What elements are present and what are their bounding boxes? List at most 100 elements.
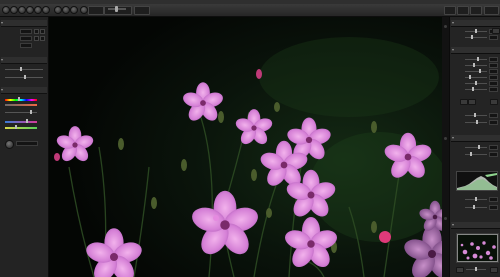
photo-canvas[interactable] bbox=[49, 17, 442, 277]
adjustment-slider-5-knob[interactable] bbox=[479, 69, 481, 73]
left-box-3[interactable] bbox=[34, 36, 39, 41]
adjustment-value-2[interactable] bbox=[489, 35, 498, 40]
toolbar-mode-group[interactable] bbox=[88, 6, 104, 15]
adjustment-slider-10-knob[interactable] bbox=[476, 120, 478, 124]
adjustment-slider-14[interactable] bbox=[465, 207, 487, 208]
zoom-out-button[interactable] bbox=[456, 267, 464, 273]
left-slider-3[interactable] bbox=[5, 112, 37, 113]
left-slider-1-knob[interactable] bbox=[20, 67, 22, 71]
hue-slider-knob[interactable] bbox=[18, 97, 20, 101]
disclosure-triangle-icon[interactable] bbox=[1, 59, 3, 61]
adjustment-value-12[interactable] bbox=[489, 152, 498, 157]
right-section-header-4[interactable] bbox=[451, 222, 500, 229]
navigator-thumbnail[interactable] bbox=[456, 233, 499, 263]
disclosure-triangle-icon[interactable] bbox=[452, 224, 454, 226]
tone-slider[interactable] bbox=[5, 127, 37, 129]
adjustment-slider-2-knob[interactable] bbox=[471, 35, 473, 39]
toolbar-right-tool-4[interactable] bbox=[484, 6, 499, 15]
left-box-2[interactable] bbox=[40, 29, 45, 34]
saturation-slider[interactable] bbox=[5, 104, 37, 106]
adjustment-value-3[interactable] bbox=[489, 57, 498, 62]
adjustment-slider-8[interactable] bbox=[465, 89, 487, 90]
adjustment-slider-11-knob[interactable] bbox=[478, 145, 480, 149]
adjustment-slider-5[interactable] bbox=[465, 71, 487, 72]
left-slider-2-knob[interactable] bbox=[24, 75, 26, 79]
adjustment-value-6[interactable] bbox=[489, 75, 498, 80]
panel-action-button-3[interactable] bbox=[490, 99, 498, 105]
adjustment-slider-8-knob[interactable] bbox=[472, 87, 474, 91]
toolbar-tool-9-icon[interactable] bbox=[70, 6, 78, 14]
zoom-in-button[interactable] bbox=[490, 267, 498, 273]
panel-action-button-1[interactable] bbox=[460, 99, 468, 105]
adjustment-slider-9[interactable] bbox=[465, 115, 487, 116]
adjustment-value-5[interactable] bbox=[489, 69, 498, 74]
adjustment-slider-6-knob[interactable] bbox=[469, 75, 471, 79]
navigator-preview bbox=[457, 234, 498, 262]
left-slider-1[interactable] bbox=[5, 69, 43, 70]
toolbar-right-tool-3[interactable] bbox=[470, 6, 482, 15]
tint-slider[interactable] bbox=[5, 121, 37, 123]
zoom-slider-knob[interactable] bbox=[115, 6, 118, 12]
hue-slider[interactable] bbox=[5, 99, 37, 101]
adjustment-slider-4[interactable] bbox=[465, 65, 487, 66]
left-slider-3-knob[interactable] bbox=[30, 110, 32, 114]
adjustment-value-10[interactable] bbox=[489, 120, 498, 125]
panel-action-button-2[interactable] bbox=[468, 99, 476, 105]
adjustment-slider-3[interactable] bbox=[465, 59, 487, 60]
toolbar-tool-8-icon[interactable] bbox=[62, 6, 70, 14]
left-box-4[interactable] bbox=[40, 36, 45, 41]
tone-slider-knob[interactable] bbox=[15, 125, 17, 129]
left-field-3[interactable] bbox=[20, 43, 32, 48]
toolbar-view-group[interactable] bbox=[134, 6, 150, 15]
color-wheel-icon[interactable] bbox=[5, 140, 14, 149]
toolbar-right-tool-2[interactable] bbox=[457, 6, 469, 15]
adjustment-slider-11[interactable] bbox=[465, 147, 487, 148]
disclosure-triangle-icon[interactable] bbox=[452, 22, 454, 24]
toolbar-tool-2-icon[interactable] bbox=[10, 6, 18, 14]
toolbar-tool-5-icon[interactable] bbox=[34, 6, 42, 14]
adjustment-slider-7-knob[interactable] bbox=[475, 81, 477, 85]
toolbar-tool-3-icon[interactable] bbox=[18, 6, 26, 14]
toolbar-tool-6-icon[interactable] bbox=[42, 6, 50, 14]
disclosure-triangle-icon[interactable] bbox=[452, 137, 454, 139]
adjustment-slider-9-knob[interactable] bbox=[474, 113, 476, 117]
disclosure-triangle-icon[interactable] bbox=[1, 89, 3, 91]
left-box-1[interactable] bbox=[34, 29, 39, 34]
navigator-zoom-slider-knob[interactable] bbox=[475, 267, 477, 271]
left-field-2[interactable] bbox=[20, 36, 32, 41]
adjustment-slider-2[interactable] bbox=[465, 37, 487, 38]
right-section-header-2[interactable] bbox=[451, 47, 500, 54]
left-section-header-2[interactable] bbox=[1, 57, 47, 64]
adjustment-value-7[interactable] bbox=[489, 81, 498, 86]
disclosure-triangle-icon[interactable] bbox=[452, 49, 454, 51]
toolbar-right-tool-1[interactable] bbox=[444, 6, 456, 15]
adjustment-slider-14-knob[interactable] bbox=[473, 205, 475, 209]
adjustment-slider-4-knob[interactable] bbox=[473, 63, 475, 67]
adjustment-value-4[interactable] bbox=[489, 63, 498, 68]
right-section-header-1[interactable] bbox=[451, 20, 500, 27]
right-section-header-3[interactable] bbox=[451, 135, 500, 142]
adjustment-slider-3-knob[interactable] bbox=[477, 57, 479, 61]
tint-slider-knob[interactable] bbox=[26, 119, 28, 123]
adjustment-value-8[interactable] bbox=[489, 87, 498, 92]
toolbar-tool-7-icon[interactable] bbox=[54, 6, 62, 14]
adjustment-value-9[interactable] bbox=[489, 113, 498, 118]
toolbar-tool-10-icon[interactable] bbox=[80, 6, 88, 14]
left-field-1[interactable] bbox=[20, 29, 32, 34]
left-section-header-1[interactable] bbox=[1, 20, 47, 27]
toolbar-tool-1-icon[interactable] bbox=[2, 6, 10, 14]
reset-button[interactable] bbox=[492, 28, 500, 34]
adjustment-value-13[interactable] bbox=[489, 197, 498, 202]
left-field-4[interactable] bbox=[16, 141, 38, 146]
left-section-header-3[interactable] bbox=[1, 87, 47, 94]
adjustment-value-14[interactable] bbox=[489, 205, 498, 210]
disclosure-triangle-icon[interactable] bbox=[1, 22, 3, 24]
adjustment-slider-13-knob[interactable] bbox=[475, 197, 477, 201]
adjustment-slider-12[interactable] bbox=[465, 154, 487, 155]
adjustment-slider-12-knob[interactable] bbox=[470, 152, 472, 156]
toolbar-tool-4-icon[interactable] bbox=[26, 6, 34, 14]
panel-divider-strip[interactable] bbox=[442, 17, 449, 277]
adjustment-row-10 bbox=[455, 120, 498, 125]
adjustment-value-11[interactable] bbox=[489, 145, 498, 150]
adjustment-slider-1-knob[interactable] bbox=[475, 29, 477, 33]
